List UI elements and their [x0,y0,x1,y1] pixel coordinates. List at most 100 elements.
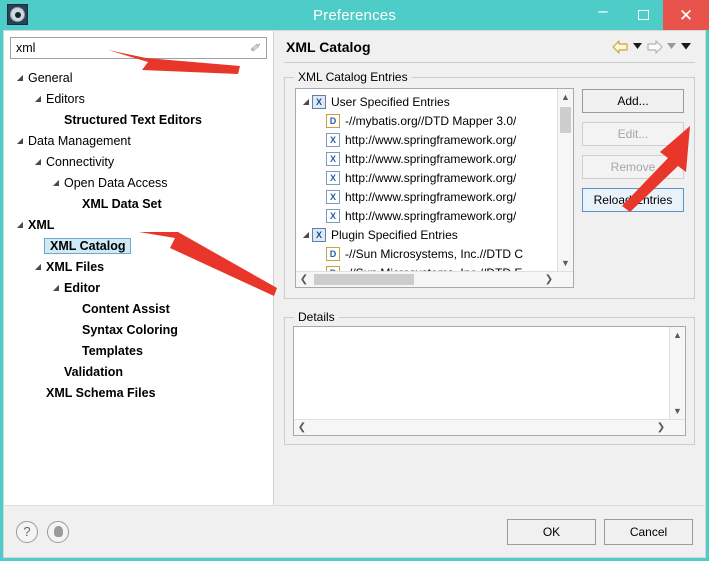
sidebar-item-validation[interactable]: ◢Validation [10,361,267,382]
catalog-entry-row[interactable]: D -//Sun Microsystems, Inc.//DTD C [296,244,573,263]
catalog-entry-row[interactable]: Xhttp://www.springframework.org/ [296,168,573,187]
reload-entries-button[interactable]: Reload Entries [582,188,684,212]
xsd-entry-icon: X [326,170,340,185]
sidebar-item-xml-catalog[interactable]: ◢XML Catalog [10,235,267,256]
sidebar-item-open-data-access[interactable]: ◢ Open Data Access [10,172,267,193]
ok-button[interactable]: OK [507,518,596,545]
minimize-button[interactable]: – [583,0,623,30]
details-text [294,327,685,419]
catalog-horizontal-scrollbar[interactable]: ❮ ❯ [296,271,573,287]
catalog-entry-row[interactable]: ◢ X User Specified Entries [296,92,573,111]
tree-expanded-arrow-icon[interactable]: ◢ [300,97,312,106]
catalog-entry-label: http://www.springframework.org/ [345,189,517,204]
scroll-up-icon[interactable]: ▲ [558,89,573,105]
sidebar-item-xml-schema-files[interactable]: ◢XML Schema Files [10,382,267,403]
clear-filter-icon[interactable]: ✐ [248,41,261,56]
preferences-tree[interactable]: ◢General◢Editors◢Structured Text Editors… [10,67,267,505]
sidebar-item-xml-data-set[interactable]: ◢XML Data Set [10,193,267,214]
catalog-vertical-scrollbar[interactable]: ▲ ▼ [557,89,573,271]
tree-expanded-arrow-icon[interactable]: ◢ [14,136,26,145]
preferences-page: XML Catalog XML Catalog Entries ◢ X User… [274,31,705,505]
scroll-right-icon[interactable]: ❯ [541,272,557,287]
back-arrow-icon[interactable] [612,39,629,54]
sidebar-item-label: XML Catalog [44,237,132,254]
scroll-down-icon[interactable]: ▼ [670,403,685,419]
sidebar-item-label: XML Schema Files [46,385,156,400]
catalog-entry-row[interactable]: ◢ X Plugin Specified Entries [296,225,573,244]
catalog-entry-row[interactable]: Xhttp://www.springframework.org/ [296,149,573,168]
sidebar-item-label: General [28,70,73,85]
tree-expanded-arrow-icon[interactable]: ◢ [50,283,62,292]
details-horizontal-scrollbar[interactable]: ❮ ❯ [294,419,685,435]
tree-expanded-arrow-icon[interactable]: ◢ [32,157,44,166]
forward-history-chevron-down-icon[interactable] [666,42,677,52]
sidebar-item-xml-files[interactable]: ◢ XML Files [10,256,267,277]
add-button[interactable]: Add... [582,89,684,113]
cancel-button[interactable]: Cancel [604,518,693,545]
sidebar-item-templates[interactable]: ◢Templates [10,340,267,361]
back-history-chevron-down-icon[interactable] [632,42,643,52]
window-controls: – ✕ [583,0,709,30]
catalog-entry-label: User Specified Entries [331,94,450,109]
sidebar-item-connectivity[interactable]: ◢ Connectivity [10,151,267,172]
sidebar-item-label: Validation [64,364,124,379]
catalog-group-icon: X [312,94,326,109]
catalog-entry-row[interactable]: Xhttp://www.springframework.org/ [296,206,573,225]
sidebar-item-editor[interactable]: ◢ Editor [10,277,267,298]
filter-search-box[interactable]: ✐ [10,37,267,59]
catalog-entry-label: http://www.springframework.org/ [345,132,517,147]
panes: ✐ ◢General◢Editors◢Structured Text Edito… [4,31,705,505]
tree-expanded-arrow-icon[interactable]: ◢ [300,230,312,239]
sidebar-item-label: XML Data Set [82,196,162,211]
sidebar-item-label: Connectivity [46,154,115,169]
view-menu-chevron-down-icon[interactable] [680,42,691,52]
scroll-left-icon[interactable]: ❮ [294,420,310,435]
sidebar-item-label: Structured Text Editors [64,112,202,127]
details-panel[interactable]: ▲ ▼ ❮ ❯ [293,326,686,436]
page-title: XML Catalog [286,38,371,55]
scroll-up-icon[interactable]: ▲ [670,327,685,343]
tree-expanded-arrow-icon[interactable]: ◢ [32,94,44,103]
horizontal-scroll-thumb[interactable] [314,274,414,285]
search-input[interactable] [11,38,266,58]
close-button[interactable]: ✕ [663,0,709,30]
sidebar-item-structured-text-editors[interactable]: ◢Structured Text Editors [10,109,267,130]
preferences-sidebar: ✐ ◢General◢Editors◢Structured Text Edito… [4,31,274,505]
sidebar-item-label: Editor [64,280,101,295]
sidebar-item-data-management[interactable]: ◢ Data Management [10,130,267,151]
sidebar-item-editors[interactable]: ◢ Editors [10,88,267,109]
sidebar-item-label: Content Assist [82,301,170,316]
catalog-entries-tree[interactable]: ◢ X User Specified Entries D -//mybatis.org/… [295,88,574,288]
catalog-entry-label: http://www.springframework.org/ [345,208,517,223]
sidebar-item-content-assist[interactable]: ◢Content Assist [10,298,267,319]
tree-expanded-arrow-icon[interactable]: ◢ [14,220,26,229]
restore-defaults-icon[interactable] [47,520,69,543]
sidebar-item-xml[interactable]: ◢ XML [10,214,267,235]
help-icon[interactable]: ? [16,520,38,543]
forward-arrow-icon[interactable] [646,39,663,54]
details-group: Details ▲ ▼ ❮ ❯ [284,310,695,445]
sidebar-item-syntax-coloring[interactable]: ◢Syntax Coloring [10,319,267,340]
details-vertical-scrollbar[interactable]: ▲ ▼ [669,327,685,419]
dtd-entry-icon: D [326,246,340,261]
catalog-entry-label: http://www.springframework.org/ [345,170,517,185]
maximize-button[interactable] [623,0,663,30]
catalog-entry-row[interactable]: D-//Sun Microsystems, Inc.//DTD E [296,263,573,271]
xsd-entry-icon: X [326,132,340,147]
scroll-left-icon[interactable]: ❮ [296,272,312,287]
scroll-down-icon[interactable]: ▼ [558,255,573,271]
catalog-entry-row[interactable]: D -//mybatis.org//DTD Mapper 3.0/ [296,111,573,130]
scroll-right-icon[interactable]: ❯ [653,420,669,435]
tree-expanded-arrow-icon[interactable]: ◢ [32,262,44,271]
xsd-entry-icon: X [326,151,340,166]
tree-expanded-arrow-icon[interactable]: ◢ [50,178,62,187]
sidebar-item-label: Editors [46,91,85,106]
vertical-scroll-thumb[interactable] [560,107,571,133]
catalog-entry-row[interactable]: Xhttp://www.springframework.org/ [296,187,573,206]
xml-catalog-entries-group: XML Catalog Entries ◢ X User Specified Ent… [284,70,695,299]
catalog-entry-label: -//Sun Microsystems, Inc.//DTD C [345,246,524,261]
sidebar-item-general[interactable]: ◢ General [10,67,267,88]
catalog-entry-row[interactable]: Xhttp://www.springframework.org/ [296,130,573,149]
tree-expanded-arrow-icon[interactable]: ◢ [14,73,26,82]
sidebar-item-label: Syntax Coloring [82,322,178,337]
